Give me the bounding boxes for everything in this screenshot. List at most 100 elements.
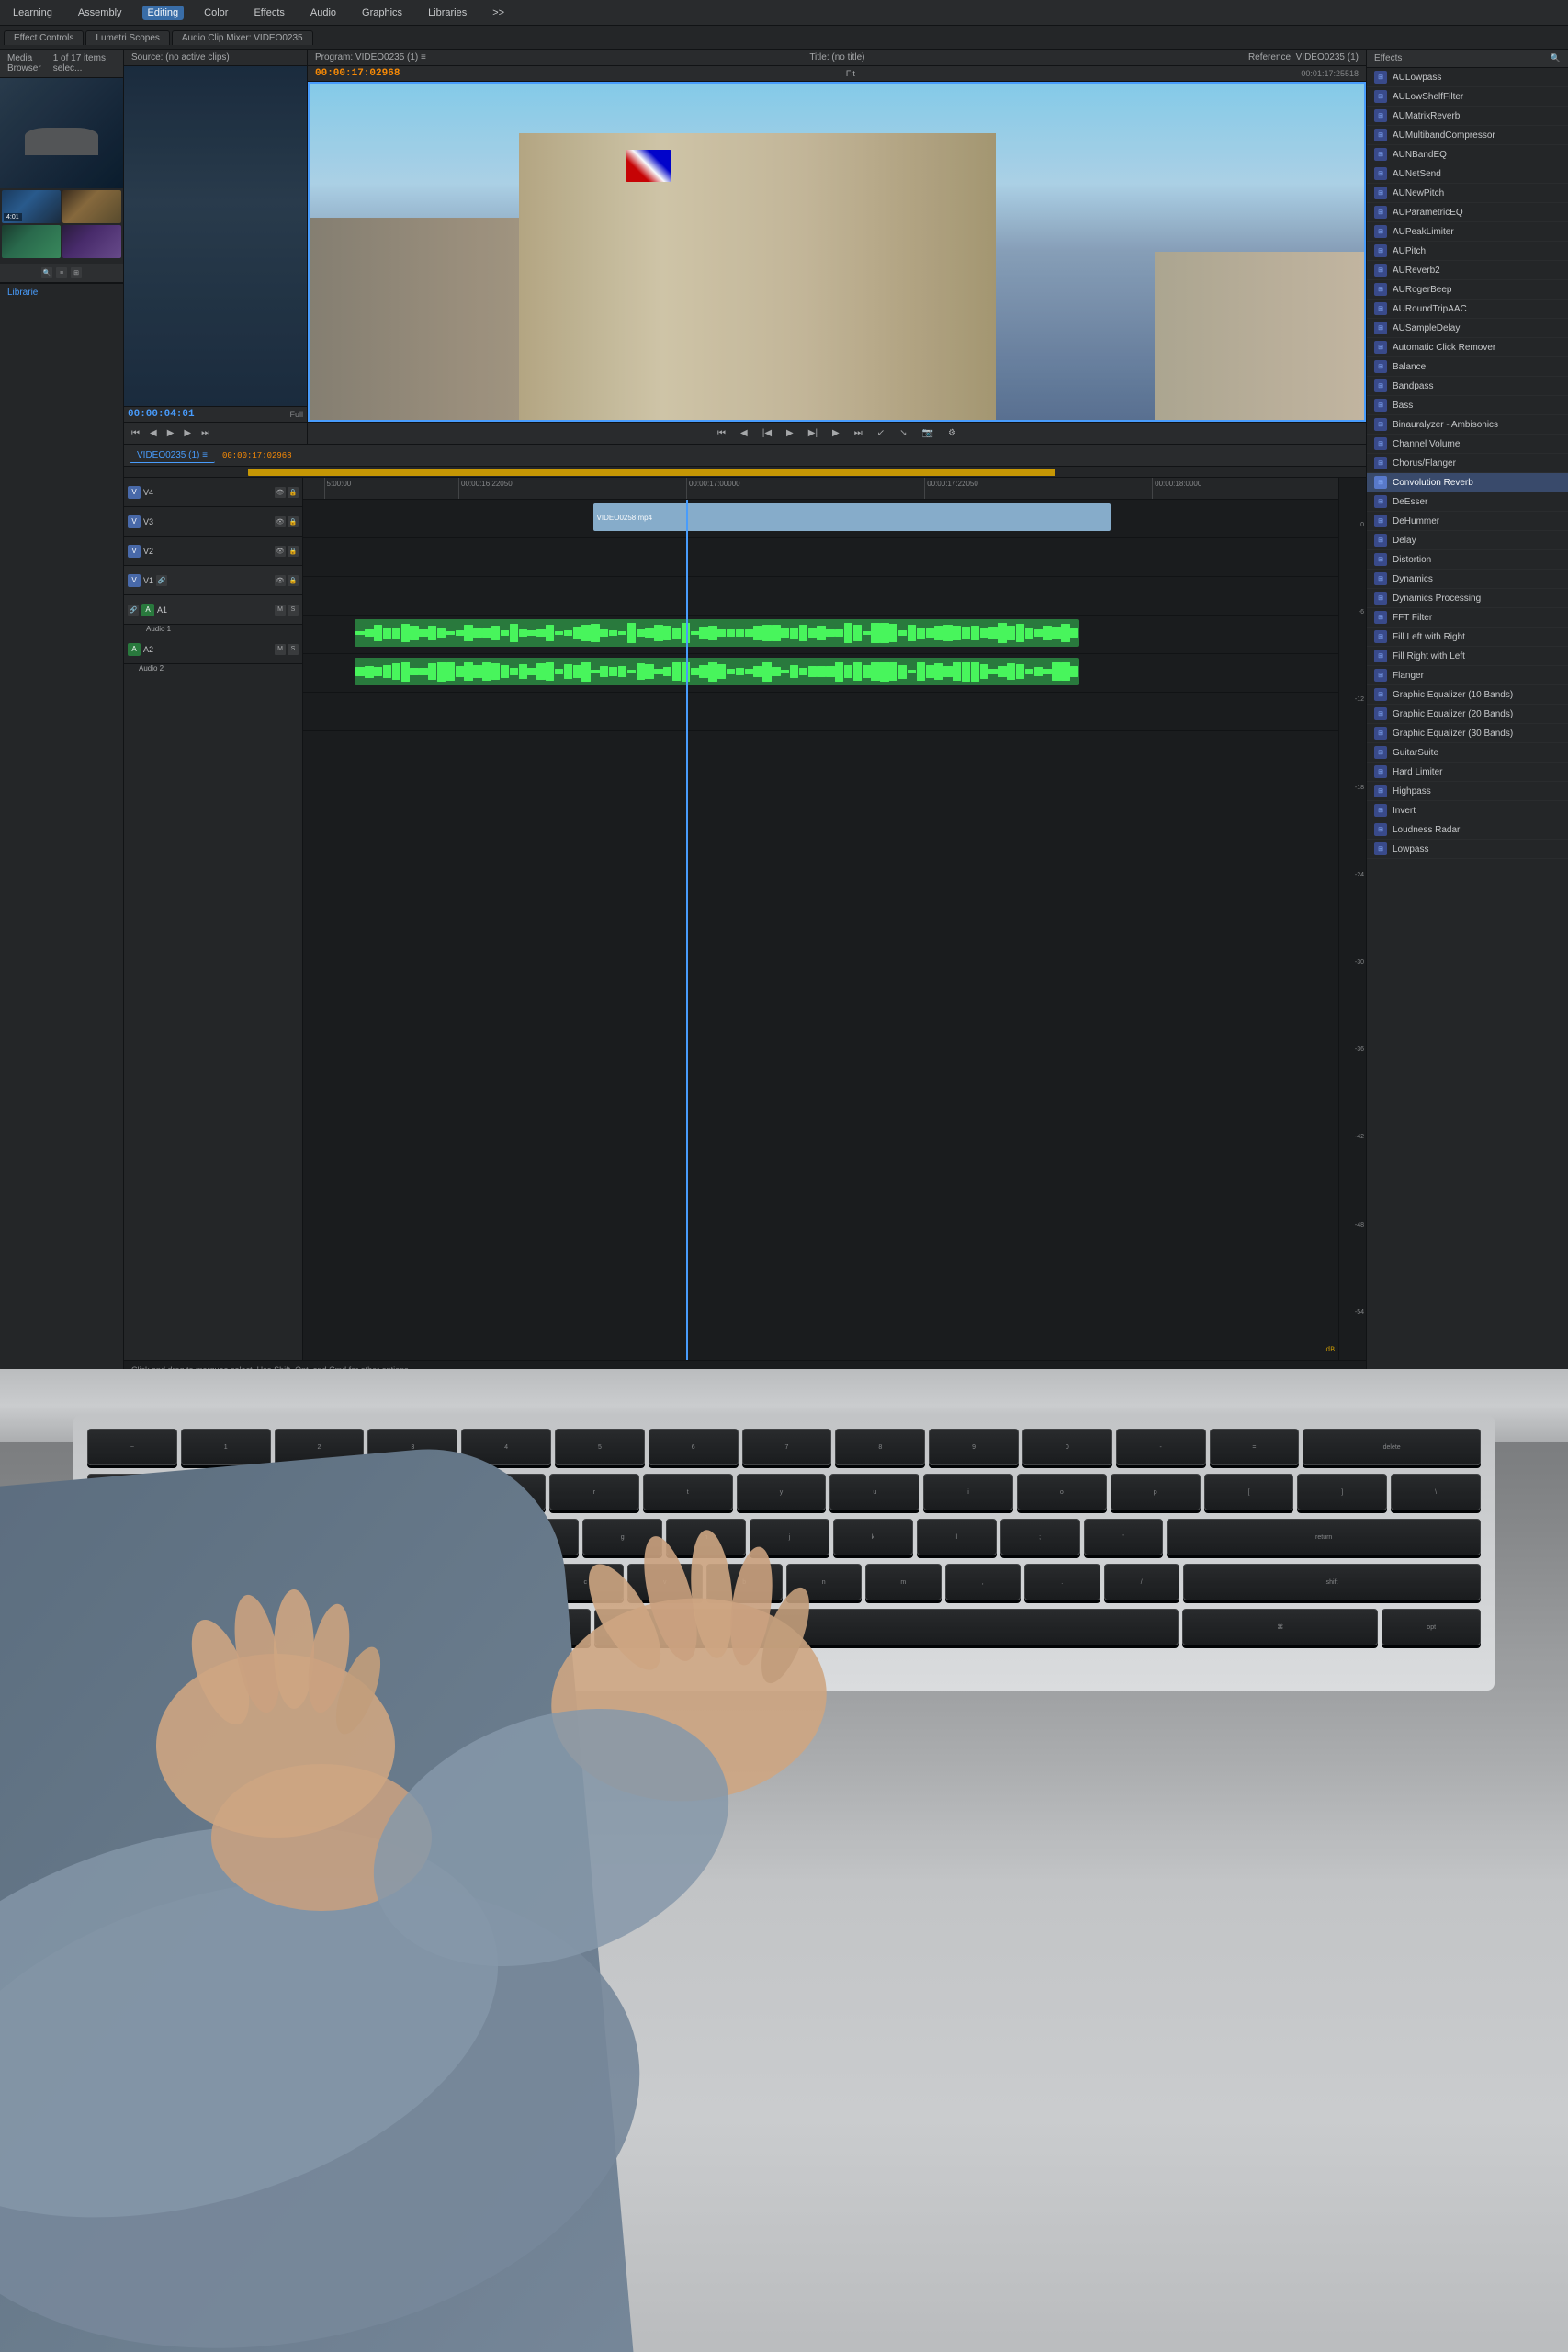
key-p[interactable]: p [1111, 1474, 1201, 1510]
key-r[interactable]: r [549, 1474, 639, 1510]
key-tilde[interactable]: ~ [87, 1429, 177, 1465]
effect-graphic-eq-10[interactable]: ⊞ Graphic Equalizer (10 Bands) [1367, 685, 1568, 705]
timeline-tab-sequence[interactable]: VIDEO0235 (1) ≡ [130, 448, 215, 463]
effect-bass[interactable]: ⊞ Bass [1367, 396, 1568, 415]
tab-audio-clip-mixer[interactable]: Audio Clip Mixer: VIDEO0235 [172, 30, 313, 45]
v3-eye-btn[interactable]: 👁 [275, 516, 286, 527]
v2-lock-btn[interactable]: 🔒 [288, 546, 299, 557]
menu-editing[interactable]: Editing [142, 6, 185, 20]
menu-audio[interactable]: Audio [305, 6, 342, 20]
key-slash[interactable]: / [1104, 1564, 1180, 1600]
step-frame-fwd[interactable]: ▶| [805, 426, 821, 440]
insert-btn[interactable]: ↙ [874, 426, 888, 440]
key-backslash[interactable]: \ [1391, 1474, 1481, 1510]
key-i[interactable]: i [923, 1474, 1013, 1510]
effect-loudness-radar[interactable]: ⊞ Loudness Radar [1367, 820, 1568, 840]
thumb-2[interactable] [62, 190, 121, 223]
effect-aurogerbeep[interactable]: ⊞ AURogerBeep [1367, 280, 1568, 300]
key-0[interactable]: 0 [1022, 1429, 1112, 1465]
menu-effects[interactable]: Effects [248, 6, 289, 20]
step-frame-back[interactable]: |◀ [759, 426, 775, 440]
list-btn[interactable]: ≡ [56, 267, 67, 278]
effect-delay[interactable]: ⊞ Delay [1367, 531, 1568, 550]
step-fwd-source[interactable]: ▶ [180, 426, 195, 440]
step-back-source[interactable]: ◀ [146, 426, 161, 440]
settings-btn[interactable]: ⚙ [944, 426, 960, 440]
effect-graphic-eq-30[interactable]: ⊞ Graphic Equalizer (30 Bands) [1367, 724, 1568, 743]
audio-clip-a1[interactable] [355, 619, 1079, 647]
effect-aunbandeq[interactable]: ⊞ AUNBandEQ [1367, 145, 1568, 164]
play-btn-program[interactable]: ⏮ [714, 426, 729, 440]
key-minus[interactable]: - [1116, 1429, 1206, 1465]
key-7[interactable]: 7 [742, 1429, 832, 1465]
key-y[interactable]: y [737, 1474, 827, 1510]
key-delete[interactable]: delete [1303, 1429, 1481, 1465]
overwrite-btn[interactable]: ↘ [896, 426, 910, 440]
effects-search-icon[interactable]: 🔍 [1551, 53, 1561, 63]
play-btn-source[interactable]: ⏮ [128, 426, 143, 440]
v4-eye-btn[interactable]: 👁 [275, 487, 286, 498]
key-t[interactable]: t [643, 1474, 733, 1510]
thumb-4[interactable] [62, 225, 121, 258]
search-btn[interactable]: 🔍 [41, 267, 52, 278]
v2-eye-btn[interactable]: 👁 [275, 546, 286, 557]
effect-flanger[interactable]: ⊞ Flanger [1367, 666, 1568, 685]
effect-convolution-reverb[interactable]: ⊞ Convolution Reverb [1367, 473, 1568, 492]
video-clip-v2[interactable]: VIDEO0258.mp4 [593, 503, 1111, 531]
export-btn[interactable]: 📷 [919, 426, 937, 440]
tab-lumetri-scopes[interactable]: Lumetri Scopes [85, 30, 169, 45]
effect-dynamics[interactable]: ⊞ Dynamics [1367, 570, 1568, 589]
key-m[interactable]: m [865, 1564, 942, 1600]
v1-sync-lock[interactable]: 🔗 [156, 575, 167, 586]
key-g[interactable]: g [582, 1519, 662, 1555]
effect-fft-filter[interactable]: ⊞ FFT Filter [1367, 608, 1568, 628]
effect-distortion[interactable]: ⊞ Distortion [1367, 550, 1568, 570]
effect-fill-left-right[interactable]: ⊞ Fill Left with Right [1367, 628, 1568, 647]
v1-eye-btn[interactable]: 👁 [275, 575, 286, 586]
key-v[interactable]: v [627, 1564, 704, 1600]
librarie-tab[interactable]: Librarie [0, 283, 123, 301]
effect-invert[interactable]: ⊞ Invert [1367, 801, 1568, 820]
tab-effect-controls[interactable]: Effect Controls [4, 30, 84, 45]
effect-auparametriceq[interactable]: ⊞ AUParametricEQ [1367, 203, 1568, 222]
effect-balance[interactable]: ⊞ Balance [1367, 357, 1568, 377]
menu-assembly[interactable]: Assembly [73, 6, 128, 20]
audio-clip-a1-2[interactable] [355, 658, 1079, 685]
v3-lock-btn[interactable]: 🔒 [288, 516, 299, 527]
effect-fill-right-left[interactable]: ⊞ Fill Right with Left [1367, 647, 1568, 666]
key-quote[interactable]: ' [1084, 1519, 1164, 1555]
key-u[interactable]: u [829, 1474, 919, 1510]
effect-guitarsuite[interactable]: ⊞ GuitarSuite [1367, 743, 1568, 763]
effect-binauralyzer[interactable]: ⊞ Binauralyzer - Ambisonics [1367, 415, 1568, 435]
key-cmd-r[interactable]: ⌘ [1182, 1609, 1378, 1645]
effect-dehummer[interactable]: ⊞ DeHummer [1367, 512, 1568, 531]
thumb-3[interactable] [2, 225, 61, 258]
key-semicolon[interactable]: ; [1000, 1519, 1080, 1555]
grid-btn[interactable]: ⊞ [71, 267, 82, 278]
effect-auroundtripaac[interactable]: ⊞ AURoundTripAAC [1367, 300, 1568, 319]
key-b[interactable]: b [706, 1564, 783, 1600]
a1-s-btn[interactable]: S [288, 605, 299, 616]
a1-m-btn[interactable]: M [275, 605, 286, 616]
key-5[interactable]: 5 [555, 1429, 645, 1465]
end-source[interactable]: ⏭ [197, 426, 213, 440]
key-8[interactable]: 8 [835, 1429, 925, 1465]
key-comma[interactable]: , [945, 1564, 1021, 1600]
menu-color[interactable]: Color [198, 6, 233, 20]
key-1[interactable]: 1 [181, 1429, 271, 1465]
menu-learning[interactable]: Learning [7, 6, 58, 20]
v1-lock-btn[interactable]: 🔒 [288, 575, 299, 586]
effect-highpass[interactable]: ⊞ Highpass [1367, 782, 1568, 801]
effect-deesser[interactable]: ⊞ DeEsser [1367, 492, 1568, 512]
key-h[interactable]: h [666, 1519, 746, 1555]
key-9[interactable]: 9 [929, 1429, 1019, 1465]
end-program[interactable]: ⏭ [851, 426, 866, 440]
menu-graphics[interactable]: Graphics [356, 6, 408, 20]
play-pause-source[interactable]: ▶ [164, 426, 178, 440]
step-back-program[interactable]: ◀ [737, 426, 751, 440]
key-o[interactable]: o [1017, 1474, 1107, 1510]
step-fwd-program[interactable]: ▶ [829, 426, 843, 440]
key-return[interactable]: return [1167, 1519, 1481, 1555]
a2-m-btn[interactable]: M [275, 644, 286, 655]
effect-aulowshelffilter[interactable]: ⊞ AULowShelfFilter [1367, 87, 1568, 107]
